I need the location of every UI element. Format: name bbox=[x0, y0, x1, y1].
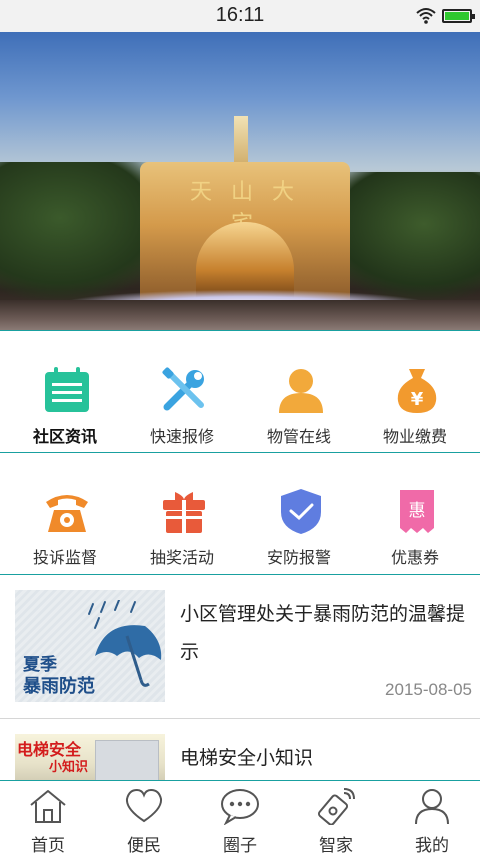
grid-item-community-news[interactable]: 社区资讯 bbox=[5, 335, 125, 455]
news-list-item[interactable]: 夏季 暴雨防范 小区管理处关于暴雨防范的温馨提示 2015-08-05 bbox=[0, 575, 480, 719]
money-bag-icon: ¥ bbox=[397, 369, 437, 413]
news-title: 电梯安全小知识 bbox=[180, 747, 314, 769]
tab-label: 便民 bbox=[127, 836, 161, 854]
smart-home-remote-icon bbox=[317, 788, 355, 825]
calendar-list-icon bbox=[45, 367, 89, 412]
divider bbox=[0, 452, 480, 453]
grid-item-label: 投诉监督 bbox=[32, 548, 97, 567]
wifi-icon bbox=[416, 8, 436, 24]
tab-mine[interactable]: 我的 bbox=[384, 781, 480, 854]
status-time: 16:11 bbox=[215, 4, 265, 26]
tab-label: 圈子 bbox=[223, 836, 257, 854]
grid-item-label: 物管在线 bbox=[266, 427, 331, 446]
grid-item-coupon[interactable]: 惠 优惠券 bbox=[355, 456, 475, 576]
tab-home[interactable]: 首页 bbox=[0, 781, 96, 854]
heart-icon bbox=[125, 788, 163, 823]
grid-item-lottery[interactable]: 抽奖活动 bbox=[122, 456, 242, 576]
news-title: 小区管理处关于暴雨防范的温馨提示 bbox=[180, 603, 466, 663]
status-bar: 16:11 bbox=[0, 0, 480, 32]
app-screen: 16:11 天 山 大 宅 bbox=[0, 0, 480, 854]
grid-item-label: 安防报警 bbox=[266, 548, 331, 567]
news-thumbnail: 夏季 暴雨防范 bbox=[15, 590, 165, 702]
coupon-icon: 惠 bbox=[400, 490, 434, 533]
battery-icon bbox=[442, 9, 475, 23]
telephone-icon bbox=[46, 495, 88, 532]
news-date: 2015-08-05 bbox=[385, 680, 472, 699]
chat-bubble-icon bbox=[221, 789, 259, 825]
person-icon bbox=[279, 369, 323, 413]
user-icon bbox=[415, 789, 449, 825]
tab-label: 智家 bbox=[319, 836, 353, 854]
svg-text:¥: ¥ bbox=[411, 389, 424, 410]
grid-item-label: 优惠券 bbox=[390, 548, 439, 567]
tab-circle[interactable]: 圈子 bbox=[192, 781, 288, 854]
feature-grid-row-1: 社区资讯 快速报修 物管在线 ¥ 物业缴费 bbox=[0, 335, 480, 455]
gift-icon bbox=[163, 492, 205, 533]
tab-label: 我的 bbox=[415, 836, 449, 854]
news-thumbnail: 电梯安全 小知识 bbox=[15, 734, 165, 784]
banner-carousel[interactable]: 天 山 大 宅 bbox=[0, 32, 480, 331]
umbrella-icon bbox=[88, 600, 162, 687]
thumbnail-caption: 暴雨防范 bbox=[23, 676, 95, 697]
divider bbox=[0, 330, 480, 331]
feature-grid-row-2: 投诉监督 抽奖活动 安防报警 惠 优惠券 bbox=[0, 456, 480, 576]
grid-item-label: 快速报修 bbox=[149, 427, 214, 446]
grid-item-label: 社区资讯 bbox=[32, 427, 97, 446]
banner-pool bbox=[0, 300, 480, 331]
grid-item-label: 抽奖活动 bbox=[149, 548, 214, 567]
grid-item-property-online[interactable]: 物管在线 bbox=[239, 335, 359, 455]
svg-text:惠: 惠 bbox=[409, 501, 426, 521]
shield-check-icon bbox=[281, 489, 321, 534]
grid-item-property-payment[interactable]: ¥ 物业缴费 bbox=[355, 335, 475, 455]
grid-item-quick-repair[interactable]: 快速报修 bbox=[122, 335, 242, 455]
thumbnail-caption: 小知识 bbox=[49, 760, 89, 775]
home-icon bbox=[30, 790, 66, 823]
grid-item-label: 物业缴费 bbox=[382, 427, 447, 446]
tab-label: 首页 bbox=[31, 836, 65, 854]
elevator-image bbox=[95, 740, 159, 784]
grid-item-complaint[interactable]: 投诉监督 bbox=[5, 456, 125, 576]
tools-icon bbox=[162, 367, 204, 411]
tab-convenience[interactable]: 便民 bbox=[96, 781, 192, 854]
bottom-tab-bar: 首页 便民 圈子 智家 我的 bbox=[0, 780, 480, 854]
tab-smart-home[interactable]: 智家 bbox=[288, 781, 384, 854]
grid-item-security-alarm[interactable]: 安防报警 bbox=[239, 456, 359, 576]
